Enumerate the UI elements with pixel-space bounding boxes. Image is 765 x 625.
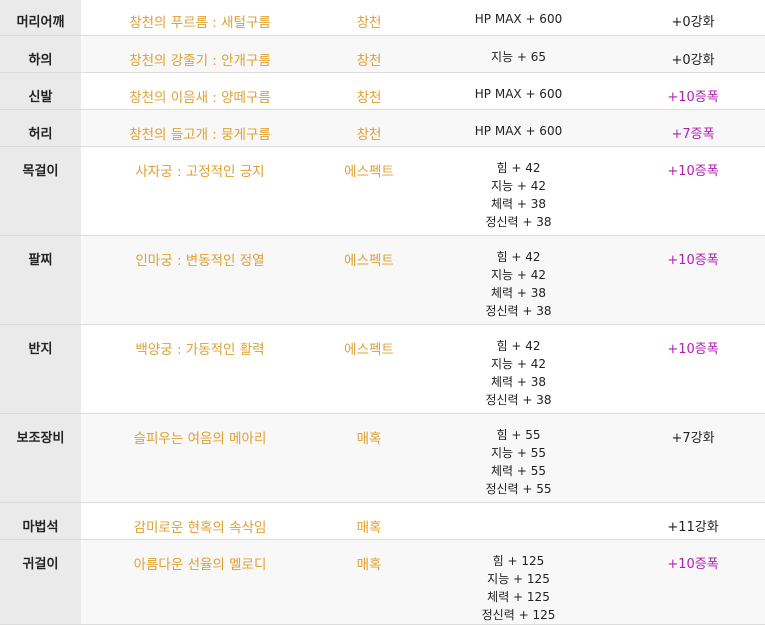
item-name-link[interactable]: 인마궁 : 변동적인 정열 — [81, 235, 319, 325]
slot-label: 하의 — [0, 35, 81, 73]
stat-line: HP MAX + 600 — [474, 86, 563, 101]
item-stats: 힘 + 42 지능 + 42 체력 + 38 정신력 + 38 — [419, 235, 618, 325]
item-stats: HP MAX + 600 — [419, 72, 618, 110]
equipment-row: 허리 창천의 들고개 : 뭉게구름 창천 HP MAX + 600 +7증폭 — [0, 109, 765, 147]
item-name-link[interactable]: 창천의 푸르름 : 새털구름 — [81, 0, 319, 36]
stat-line: 체력 + 38 — [490, 285, 547, 300]
set-name: 에스펙트 — [319, 324, 419, 414]
amplify-level: +7증폭 — [618, 109, 765, 147]
slot-label: 마법석 — [0, 502, 81, 540]
stat-line: 지능 + 125 — [487, 571, 550, 586]
stat-line: 체력 + 125 — [487, 589, 550, 604]
stat-line: 힘 + 55 — [496, 427, 541, 442]
stat-line: 힘 + 42 — [496, 249, 541, 264]
stat-line: HP MAX + 600 — [474, 123, 563, 138]
item-stats: 지능 + 65 — [419, 35, 618, 73]
item-stats: HP MAX + 600 — [419, 109, 618, 147]
equipment-row: 신발 창천의 이음새 : 양떼구름 창천 HP MAX + 600 +10증폭 — [0, 72, 765, 110]
set-name: 창천 — [319, 72, 419, 110]
slot-label: 귀걸이 — [0, 539, 81, 625]
set-name: 매혹 — [319, 413, 419, 503]
set-name: 에스펙트 — [319, 235, 419, 325]
item-stats: 힘 + 55 지능 + 55 체력 + 55 정신력 + 55 — [419, 413, 618, 503]
equipment-row: 귀걸이 아름다운 선율의 멜로디 매혹 힘 + 125 지능 + 125 체력 + 125… — [0, 539, 765, 625]
slot-label: 허리 — [0, 109, 81, 147]
enhance-level: +11강화 — [618, 502, 765, 540]
item-name-link[interactable]: 창천의 이음새 : 양떼구름 — [81, 72, 319, 110]
equipment-table: 머리어깨 창천의 푸르름 : 새털구름 창천 HP MAX + 600 +0강화 하의 창천… — [0, 0, 765, 625]
set-name: 창천 — [319, 109, 419, 147]
slot-label: 머리어깨 — [0, 0, 81, 36]
stat-line: 체력 + 55 — [490, 463, 547, 478]
item-name-link[interactable]: 창천의 들고개 : 뭉게구름 — [81, 109, 319, 147]
stat-line: 지능 + 42 — [490, 178, 547, 193]
amplify-level: +10증폭 — [618, 146, 765, 236]
enhance-level: +7강화 — [618, 413, 765, 503]
set-name: 매혹 — [319, 539, 419, 625]
stat-line: 지능 + 42 — [490, 267, 547, 282]
enhance-level: +0강화 — [618, 35, 765, 73]
stat-line: 지능 + 55 — [490, 445, 547, 460]
amplify-level: +10증폭 — [618, 324, 765, 414]
equipment-row: 팔찌 인마궁 : 변동적인 정열 에스펙트 힘 + 42 지능 + 42 체력 + 38 정… — [0, 235, 765, 325]
item-name-link[interactable]: 사자궁 : 고정적인 긍지 — [81, 146, 319, 236]
amplify-level: +10증폭 — [618, 235, 765, 325]
stat-line: 정신력 + 38 — [485, 303, 552, 318]
set-name: 창천 — [319, 35, 419, 73]
amplify-level: +10증폭 — [618, 539, 765, 625]
set-name: 에스펙트 — [319, 146, 419, 236]
stat-line: 힘 + 42 — [496, 338, 541, 353]
equipment-table-body: 머리어깨 창천의 푸르름 : 새털구름 창천 HP MAX + 600 +0강화 하의 창천… — [0, 0, 765, 625]
stat-line: 힘 + 42 — [496, 160, 541, 175]
item-name-link[interactable]: 아름다운 선율의 멜로디 — [81, 539, 319, 625]
item-name-link[interactable]: 창천의 강줄기 : 안개구름 — [81, 35, 319, 73]
stat-line: 지능 + 65 — [490, 49, 547, 64]
slot-label: 반지 — [0, 324, 81, 414]
equipment-row: 마법석 감미로운 현혹의 속삭임 매혹 +11강화 — [0, 502, 765, 540]
item-stats: 힘 + 125 지능 + 125 체력 + 125 정신력 + 125 — [419, 539, 618, 625]
slot-label: 보조장비 — [0, 413, 81, 503]
equipment-row: 하의 창천의 강줄기 : 안개구름 창천 지능 + 65 +0강화 — [0, 35, 765, 73]
stat-line: 체력 + 38 — [490, 374, 547, 389]
item-name-link[interactable]: 백양궁 : 가동적인 활력 — [81, 324, 319, 414]
equipment-row: 목걸이 사자궁 : 고정적인 긍지 에스펙트 힘 + 42 지능 + 42 체력 + 38… — [0, 146, 765, 236]
stat-line: 체력 + 38 — [490, 196, 547, 211]
item-stats: 힘 + 42 지능 + 42 체력 + 38 정신력 + 38 — [419, 146, 618, 236]
item-stats: HP MAX + 600 — [419, 0, 618, 36]
item-stats: 힘 + 42 지능 + 42 체력 + 38 정신력 + 38 — [419, 324, 618, 414]
stat-line: HP MAX + 600 — [474, 12, 563, 26]
equipment-row: 반지 백양궁 : 가동적인 활력 에스펙트 힘 + 42 지능 + 42 체력 + 38 정… — [0, 324, 765, 414]
equipment-row: 머리어깨 창천의 푸르름 : 새털구름 창천 HP MAX + 600 +0강화 — [0, 0, 765, 36]
amplify-level: +10증폭 — [618, 72, 765, 110]
item-name-link[interactable]: 슬피우는 여음의 메아리 — [81, 413, 319, 503]
slot-label: 팔찌 — [0, 235, 81, 325]
stat-line: 힘 + 125 — [492, 553, 545, 568]
stat-line: 정신력 + 38 — [485, 392, 552, 407]
item-stats — [419, 502, 618, 540]
stat-line: 정신력 + 38 — [485, 214, 552, 229]
enhance-level: +0강화 — [618, 0, 765, 36]
set-name: 매혹 — [319, 502, 419, 540]
equipment-row: 보조장비 슬피우는 여음의 메아리 매혹 힘 + 55 지능 + 55 체력 + 55 정신… — [0, 413, 765, 503]
slot-label: 신발 — [0, 72, 81, 110]
item-name-link[interactable]: 감미로운 현혹의 속삭임 — [81, 502, 319, 540]
stat-line: 지능 + 42 — [490, 356, 547, 371]
stat-line: 정신력 + 55 — [485, 481, 552, 496]
slot-label: 목걸이 — [0, 146, 81, 236]
set-name: 창천 — [319, 0, 419, 36]
